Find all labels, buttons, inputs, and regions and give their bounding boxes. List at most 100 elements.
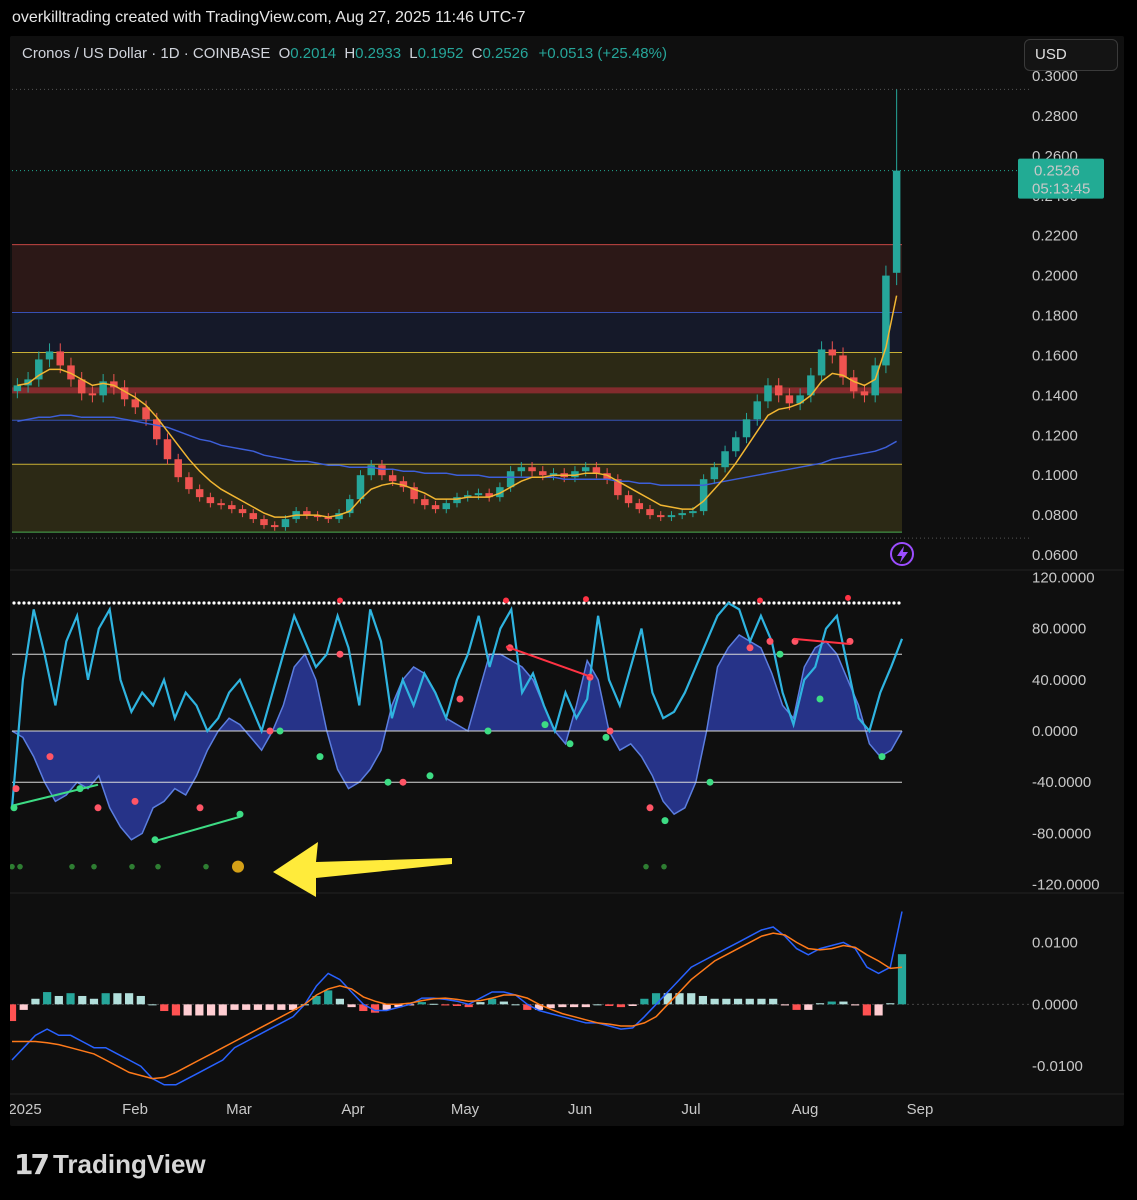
bottom-signal-dot [203, 863, 209, 870]
bearish-signal-dot [131, 797, 139, 805]
bullish-divergence-line [154, 815, 241, 843]
macd-histogram-bar [733, 998, 743, 1005]
overbought-dot [277, 601, 281, 605]
overbought-dot [322, 601, 326, 605]
overbought-dot [197, 601, 201, 605]
overbought-alert-dot [337, 597, 343, 604]
macd-histogram-bar [101, 993, 110, 1005]
overbought-dot [452, 601, 456, 605]
overbought-dot [282, 601, 286, 605]
chart-frame: 0.30000.28000.26000.24000.22000.20000.18… [10, 36, 1124, 1126]
overbought-dot [882, 601, 886, 605]
macd-histogram-bar [698, 995, 708, 1005]
chart-canvas[interactable]: 0.30000.28000.26000.24000.22000.20000.18… [10, 36, 1124, 1126]
overbought-dot [402, 601, 406, 605]
bullish-signal-dot [661, 817, 669, 825]
candle-body [249, 513, 258, 520]
price-tick-label: 0.0800 [1032, 507, 1078, 524]
lightning-bolt-glyph [897, 546, 908, 563]
candle-body [270, 525, 279, 528]
oscillator-tick-label: 0.0000 [1032, 723, 1078, 740]
overbought-dot [457, 601, 461, 605]
overbought-dot [342, 601, 346, 605]
oscillator-tick-label: -120.0000 [1032, 877, 1100, 894]
overbought-dot [462, 601, 466, 605]
macd-histogram-bar [265, 1004, 274, 1010]
yellow-signal-dot [232, 860, 244, 873]
macd-histogram-bar [640, 998, 649, 1005]
price-tick-label: 0.2000 [1032, 268, 1078, 285]
macd-histogram-bar [488, 998, 497, 1005]
candle-body [185, 477, 193, 490]
overbought-dot [577, 601, 581, 605]
candle-body [742, 419, 751, 438]
overbought-dot [117, 601, 121, 605]
price-tick-label: 0.2200 [1032, 228, 1078, 245]
macd-histogram-bar [78, 995, 87, 1005]
overbought-dot [612, 601, 616, 605]
macd-histogram-bar [476, 1002, 485, 1005]
overbought-dot [352, 601, 356, 605]
macd-histogram-bar [66, 993, 75, 1005]
candle-body [431, 505, 440, 510]
overbought-dot [642, 601, 646, 605]
lightning-alert-icon [890, 542, 914, 566]
macd-histogram-bar [886, 1003, 895, 1005]
macd-histogram-bar [769, 998, 778, 1005]
macd-histogram-bar [136, 995, 145, 1005]
currency-button[interactable]: USD [1024, 39, 1118, 71]
bearish-signal-dot [606, 727, 614, 735]
macd-histogram-bar [54, 995, 63, 1005]
low-label: L [409, 45, 418, 62]
overbought-dot [517, 601, 521, 605]
overbought-dot [212, 601, 216, 605]
bullish-signal-dot [276, 727, 284, 735]
overbought-dot [552, 601, 556, 605]
macd-histogram-bar [839, 1001, 848, 1005]
overbought-dot [332, 601, 336, 605]
overbought-dot [747, 601, 751, 605]
overbought-dot [437, 601, 441, 605]
bottom-signal-dot [10, 863, 15, 870]
overbought-dot [182, 601, 186, 605]
overbought-dot [317, 601, 321, 605]
bullish-signal-dot [426, 772, 434, 780]
macd-histogram-bar [31, 998, 40, 1005]
close-value: 0.2526 [482, 45, 529, 62]
candle-body [163, 439, 172, 460]
overbought-dot [627, 601, 631, 605]
candle-body [474, 493, 483, 496]
macd-histogram-bar [616, 1004, 626, 1008]
price-zone-band [12, 244, 902, 313]
macd-histogram-bar [499, 1001, 508, 1005]
overbought-dot [572, 601, 576, 605]
overbought-dot [22, 601, 26, 605]
macd-histogram-bar [804, 1004, 813, 1010]
overbought-alert-dot [503, 597, 509, 604]
overbought-dot [832, 601, 836, 605]
candle-body [656, 515, 665, 518]
overbought-dot [652, 601, 656, 605]
close-label: C [471, 45, 483, 62]
tradingview-logo[interactable]: 17 TradingView [14, 1148, 206, 1181]
time-axis-label: Feb [122, 1101, 148, 1118]
overbought-dot [427, 601, 431, 605]
overbought-dot [67, 601, 71, 605]
overbought-dot [607, 601, 611, 605]
macd-line [11, 911, 903, 1086]
candle-body [13, 385, 22, 392]
candle-body [667, 515, 676, 518]
macd-histogram-bar [710, 998, 719, 1005]
candle-body [517, 467, 526, 472]
overbought-dot [742, 601, 746, 605]
macd-histogram-bar [581, 1004, 590, 1008]
macd-histogram-bar [851, 1004, 860, 1006]
overbought-dot [602, 601, 606, 605]
overbought-dot [432, 601, 436, 605]
overbought-dot [72, 601, 76, 605]
overbought-dot [167, 601, 171, 605]
candle-body [828, 349, 837, 356]
symbol-name[interactable]: Cronos / US Dollar · 1D · COINBASE [22, 45, 270, 62]
candle-body [732, 437, 740, 452]
candle-body [442, 503, 451, 510]
